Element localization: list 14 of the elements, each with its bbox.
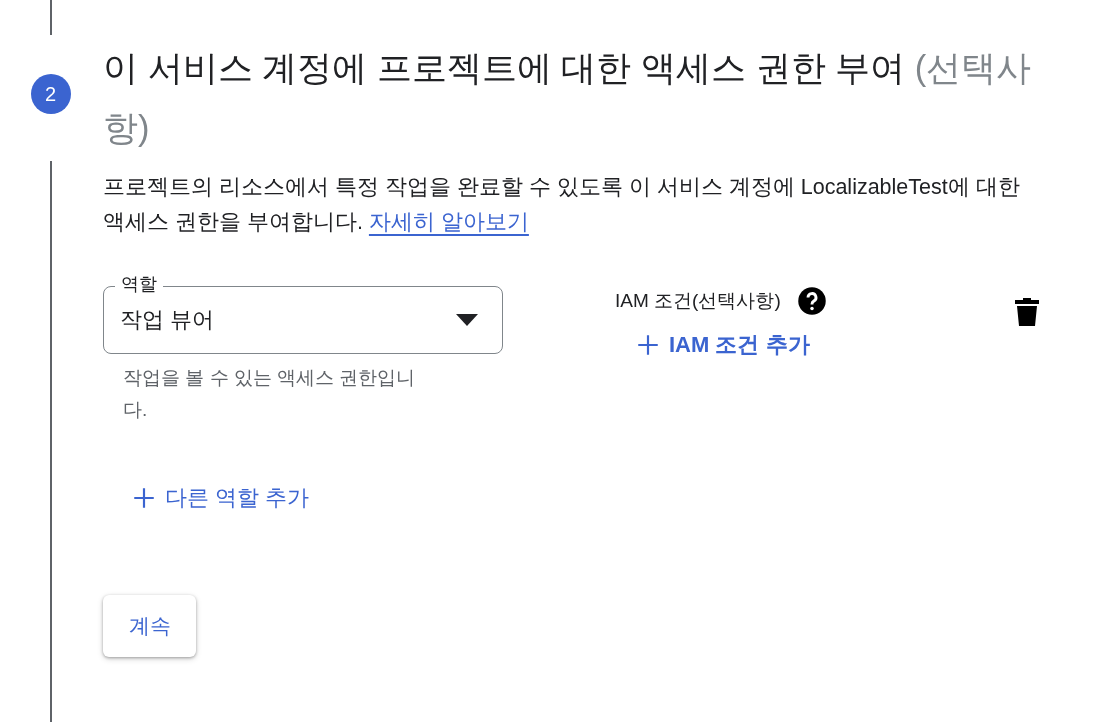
step-title: 이 서비스 계정에 프로젝트에 대한 액세스 권한 부여 (선택사항) — [103, 48, 1033, 149]
help-icon[interactable] — [796, 286, 827, 316]
step-number: 2 — [30, 74, 71, 114]
plus-icon — [131, 485, 157, 511]
add-iam-condition-button[interactable]: IAM 조건 추가 — [635, 330, 810, 360]
iam-condition-label: IAM 조건(선택사항) — [615, 289, 781, 313]
description-text: 프로젝트의 리소스에서 특정 작업을 완료할 수 있도록 이 서비스 계정에 LocalizableTest에 대한 액세스 권한을 부여합니다. 자세히 알아보기 — [103, 174, 1021, 236]
plus-icon — [635, 332, 661, 358]
delete-icon[interactable] — [1015, 298, 1039, 326]
dropdown-caret-icon — [456, 314, 478, 326]
continue-button[interactable]: 계속 — [103, 595, 196, 657]
add-role-button[interactable]: 다른 역할 추가 — [131, 483, 310, 513]
role-helper-text: 작업을 볼 수 있는 액세스 권한입니다. — [123, 366, 417, 422]
learn-more-link[interactable]: 자세히 알아보기 — [368, 210, 529, 234]
